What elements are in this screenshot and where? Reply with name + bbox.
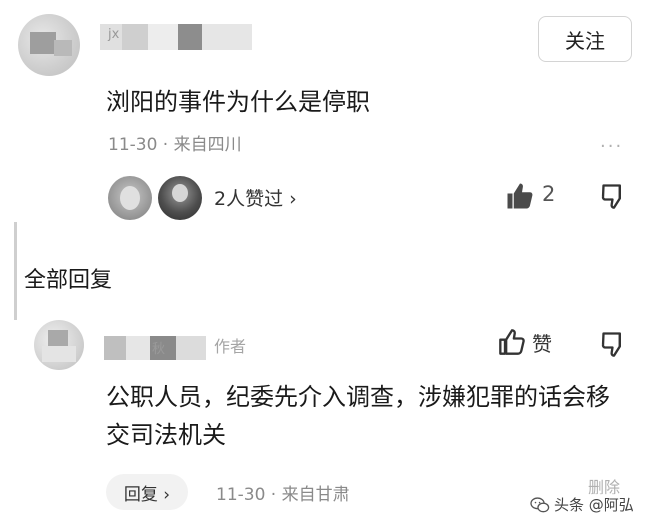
watermark-text: 头条 @阿弘 <box>554 496 634 514</box>
liker-avatar[interactable] <box>108 176 152 220</box>
reply-meta: 11-30 · 来自甘肃 <box>216 485 350 505</box>
thumbs-up-icon[interactable] <box>498 328 526 356</box>
author-badge: 作者 <box>214 337 247 356</box>
commenter-name-mosaic[interactable]: jx <box>100 24 252 50</box>
liker-avatar[interactable] <box>158 176 202 220</box>
like-button-label[interactable]: 赞 <box>532 328 552 357</box>
wechat-icon <box>530 496 550 512</box>
comment-text: 浏阳的事件为什么是停职 <box>106 88 370 116</box>
all-replies-title: 全部回复 <box>24 268 113 293</box>
thumbs-down-icon[interactable] <box>600 182 628 210</box>
follow-button[interactable]: 关注 <box>538 16 632 62</box>
thumbs-down-icon[interactable] <box>600 330 628 358</box>
comment-meta: 11-30 · 来自四川 <box>108 135 242 155</box>
section-divider <box>14 222 17 320</box>
watermark: 头条 @阿弘 <box>528 494 636 515</box>
likers-link[interactable]: 2人赞过 › <box>214 184 297 211</box>
more-options-icon[interactable]: ··· <box>600 136 623 157</box>
reply-text: 公职人员，纪委先介入调查，涉嫌犯罪的话会移交司法机关 <box>106 383 610 449</box>
reply-button[interactable]: 回复 › <box>106 474 188 510</box>
commenter-name-fragment: jx <box>108 27 120 42</box>
replier-avatar[interactable] <box>34 320 84 370</box>
like-count: 2 <box>542 182 556 206</box>
commenter-avatar[interactable] <box>18 14 80 76</box>
replier-name-fragment: 秋 <box>152 342 166 357</box>
thumbs-up-filled-icon[interactable] <box>505 181 535 211</box>
replier-name-mosaic[interactable]: 秋 <box>104 336 206 360</box>
